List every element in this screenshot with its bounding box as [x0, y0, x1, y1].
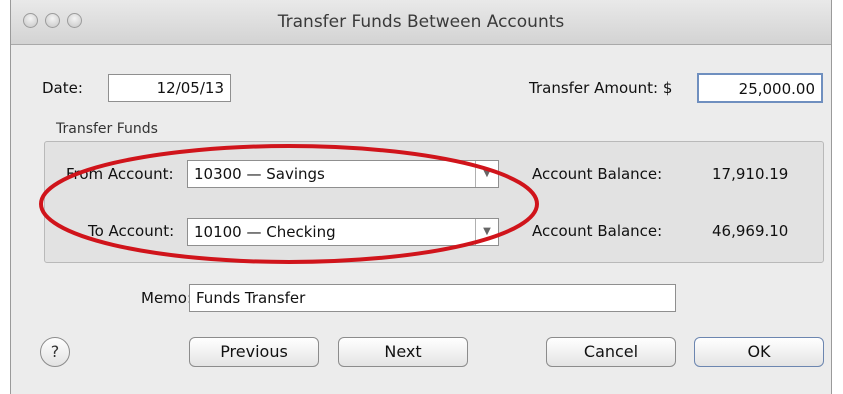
- help-button[interactable]: ?: [40, 337, 70, 367]
- window-title: Transfer Funds Between Accounts: [277, 12, 565, 32]
- to-account-balance-value: 46,969.10: [712, 222, 789, 240]
- previous-button[interactable]: Previous: [189, 337, 319, 367]
- transfer-funds-group-label: Transfer Funds: [56, 121, 158, 137]
- date-label: Date:: [42, 79, 83, 97]
- from-account-label: From Account:: [66, 165, 174, 183]
- to-account-label: To Account:: [88, 222, 175, 240]
- next-button[interactable]: Next: [338, 337, 468, 367]
- from-account-balance-label: Account Balance:: [532, 165, 663, 183]
- memo-field[interactable]: Funds Transfer: [189, 284, 676, 312]
- from-account-select[interactable]: 10300 — Savings ▼: [187, 160, 499, 188]
- ok-button[interactable]: OK: [694, 337, 824, 367]
- chevron-down-icon[interactable]: ▼: [475, 219, 498, 245]
- date-field[interactable]: 12/05/13: [108, 74, 231, 102]
- transfer-amount-field[interactable]: 25,000.00: [697, 73, 823, 103]
- to-account-value: 10100 — Checking: [194, 223, 336, 241]
- transfer-funds-window: Transfer Funds Between Accounts Date: 12…: [10, 0, 832, 394]
- from-account-value: 10300 — Savings: [194, 165, 325, 183]
- cancel-button[interactable]: Cancel: [546, 337, 676, 367]
- to-account-select[interactable]: 10100 — Checking ▼: [187, 218, 499, 246]
- title-bar: Transfer Funds Between Accounts: [11, 0, 831, 45]
- chevron-down-icon[interactable]: ▼: [475, 161, 498, 187]
- from-account-balance-value: 17,910.19: [712, 165, 789, 183]
- to-account-balance-label: Account Balance:: [532, 222, 663, 240]
- memo-label: Memo:: [141, 289, 193, 307]
- transfer-amount-label: Transfer Amount: $: [529, 79, 673, 97]
